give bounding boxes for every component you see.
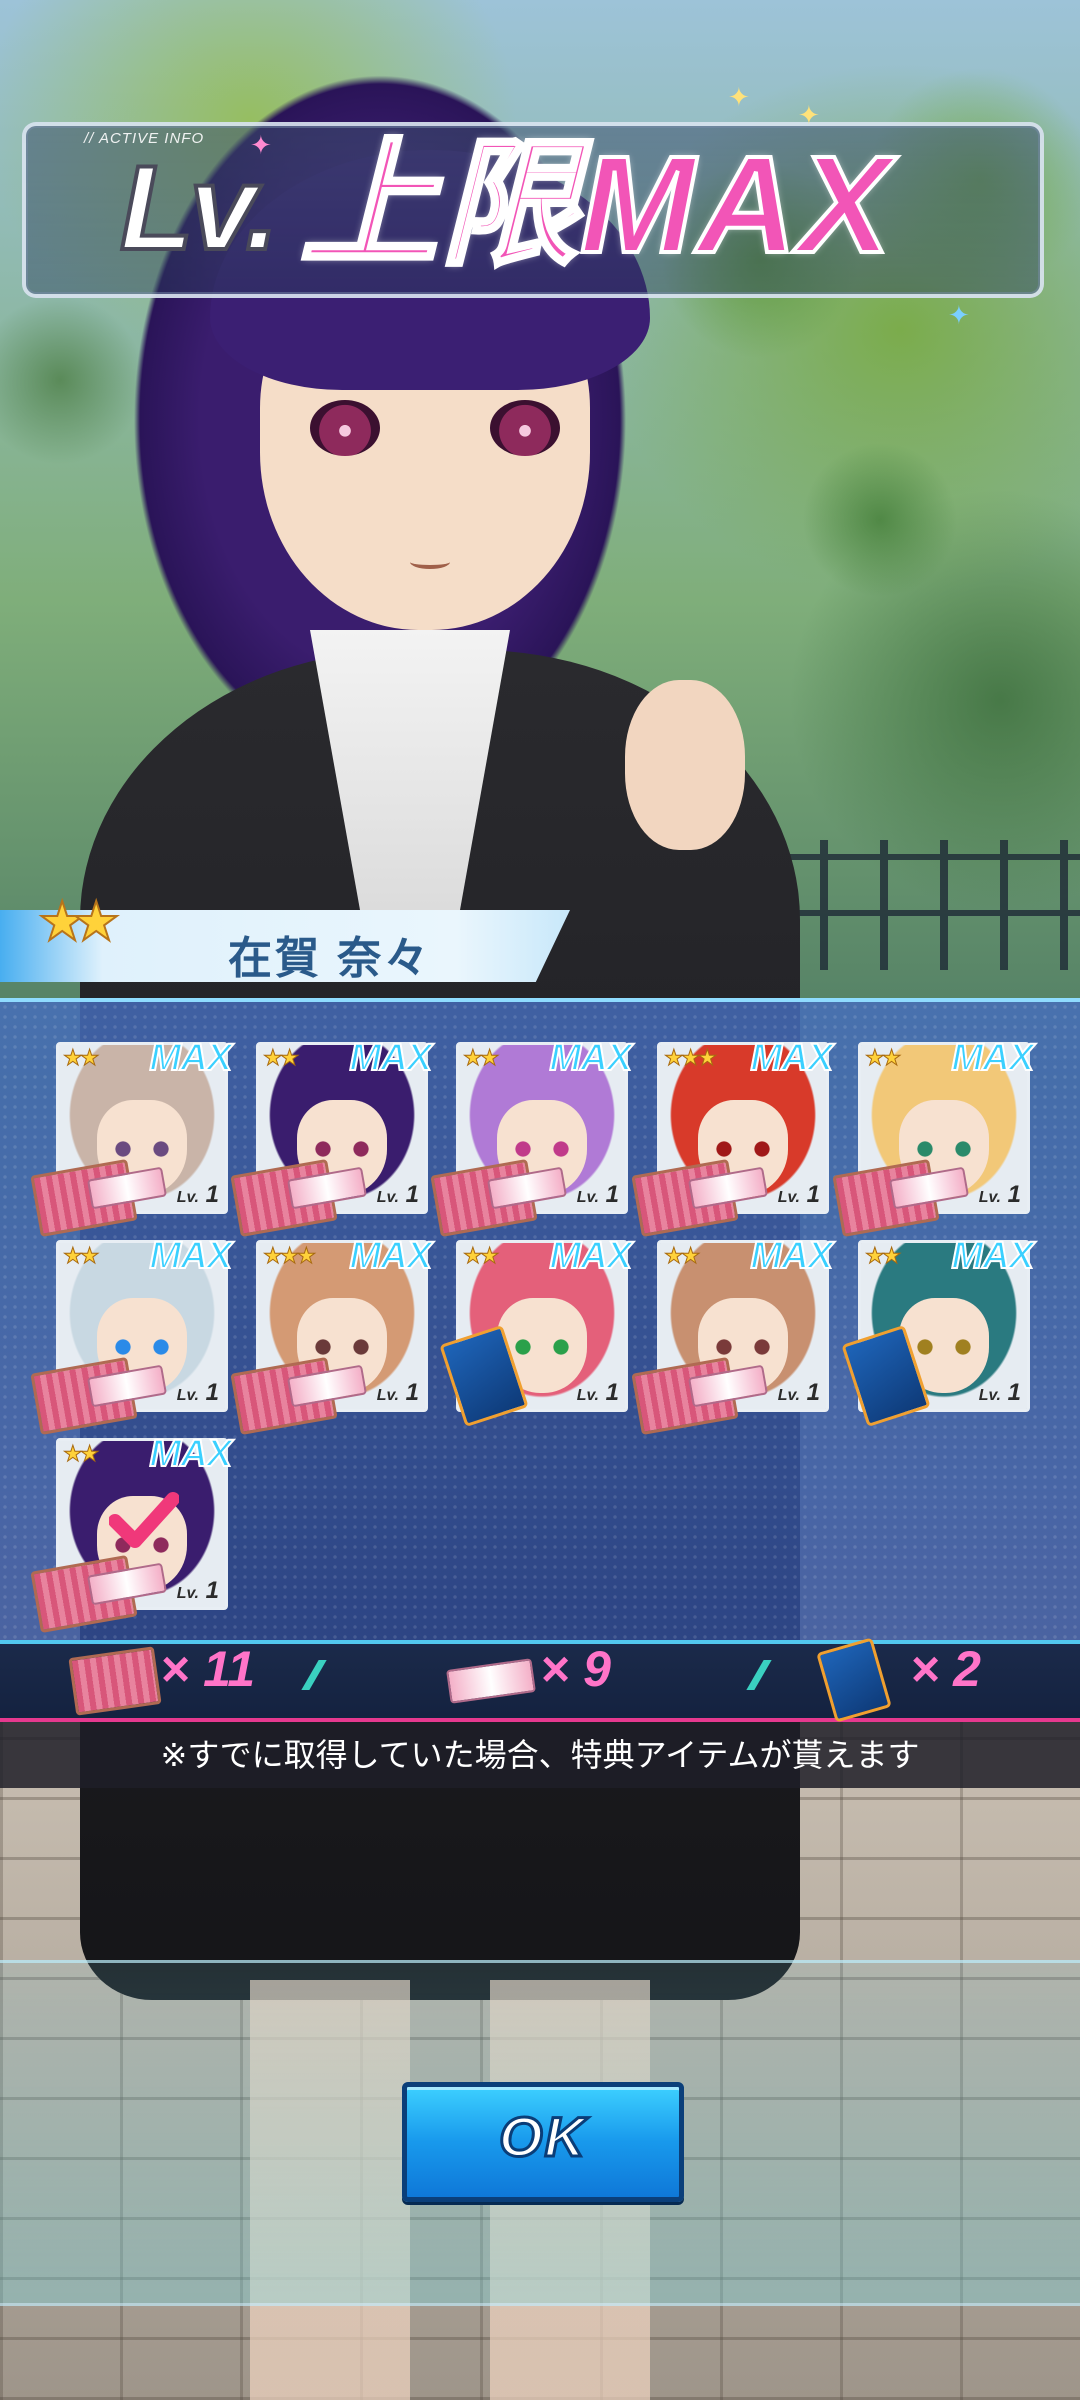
- card-level: Lv. 1: [777, 1379, 820, 1406]
- card-portrait-eyes: [511, 1338, 573, 1356]
- character-hand: [625, 680, 745, 850]
- card-portrait-eyes: [511, 1140, 573, 1158]
- card-portrait-eyes: [712, 1338, 774, 1356]
- card-max-badge: MAX: [349, 1234, 433, 1278]
- card-level: Lv. 1: [376, 1379, 419, 1406]
- ok-button[interactable]: OK: [402, 2082, 684, 2202]
- card-rarity-stars: ★★: [262, 1045, 300, 1071]
- reward-count-meat: × 11: [160, 1641, 255, 1697]
- card-portrait-eyes: [712, 1140, 774, 1158]
- card-level: Lv. 1: [978, 1181, 1021, 1208]
- card-level: Lv. 1: [176, 1181, 219, 1208]
- card-level: Lv. 1: [176, 1577, 219, 1604]
- card-rarity-stars: ★★: [62, 1045, 100, 1071]
- character-card[interactable]: ★★ MAX Lv. 1: [30, 1036, 233, 1238]
- sparkle-icon: ✦: [948, 300, 970, 330]
- character-card[interactable]: ★★ MAX Lv. 1: [841, 1234, 1035, 1428]
- card-max-badge: MAX: [951, 1036, 1035, 1080]
- card-portrait-eyes: [913, 1338, 975, 1356]
- character-card[interactable]: ★★ MAX Lv. 1: [430, 1036, 633, 1238]
- checkmark-icon: [109, 1492, 179, 1548]
- card-max-badge: MAX: [951, 1234, 1035, 1278]
- card-rarity-stars: ★★: [62, 1243, 100, 1269]
- character-card[interactable]: ★★★ MAX Lv. 1: [631, 1036, 834, 1238]
- card-rarity-stars: ★★: [62, 1441, 100, 1467]
- title-lv-text: Lv.: [118, 141, 281, 275]
- character-card[interactable]: ★★ MAX Lv. 1: [30, 1234, 233, 1436]
- meat-box-icon: [68, 1646, 162, 1716]
- sparkle-icon: ✦: [250, 130, 272, 160]
- card-level: Lv. 1: [576, 1181, 619, 1208]
- card-rarity-stars: ★★: [864, 1243, 902, 1269]
- card-portrait-eyes: [111, 1140, 173, 1158]
- character-left-eye: [310, 400, 380, 456]
- character-right-eye: [490, 400, 560, 456]
- reward-count-card: × 2: [910, 1641, 981, 1697]
- character-card[interactable]: ★★ MAX Lv. 1: [30, 1432, 233, 1634]
- card-max-badge: MAX: [149, 1432, 233, 1476]
- sparkle-icon: ✦: [728, 82, 750, 112]
- card-max-badge: MAX: [149, 1234, 233, 1278]
- card-rarity-stars: ★★: [663, 1243, 701, 1269]
- character-card[interactable]: ★★★ MAX Lv. 1: [230, 1234, 433, 1436]
- character-card[interactable]: ★★ MAX Lv. 1: [832, 1036, 1035, 1238]
- character-card[interactable]: ★★ MAX Lv. 1: [439, 1234, 633, 1428]
- card-level: Lv. 1: [978, 1379, 1021, 1406]
- card-portrait-eyes: [311, 1140, 373, 1158]
- card-rarity-stars: ★★: [462, 1045, 500, 1071]
- character-mouth: [410, 555, 450, 569]
- star-icon: ★: [71, 891, 121, 953]
- card-level: Lv. 1: [576, 1379, 619, 1406]
- card-max-badge: MAX: [750, 1234, 834, 1278]
- title-main-text: 上限MAX: [298, 128, 893, 282]
- character-card[interactable]: ★★ MAX Lv. 1: [631, 1234, 834, 1436]
- card-portrait-eyes: [311, 1338, 373, 1356]
- card-rarity-stars: ★★★: [262, 1243, 316, 1269]
- notice-text: ※すでに取得していた場合、特典アイテムが貰えます: [0, 1722, 1080, 1788]
- card-max-badge: MAX: [149, 1036, 233, 1080]
- card-rarity-stars: ★★: [462, 1243, 500, 1269]
- card-portrait-eyes: [111, 1338, 173, 1356]
- background-fence: [760, 840, 1080, 970]
- card-portrait-eyes: [913, 1140, 975, 1158]
- reward-count-ticket: × 9: [540, 1641, 611, 1697]
- card-level: Lv. 1: [376, 1181, 419, 1208]
- card-level: Lv. 1: [777, 1181, 820, 1208]
- card-max-badge: MAX: [549, 1036, 633, 1080]
- character-name: 在賀 奈々: [228, 934, 432, 983]
- card-max-badge: MAX: [349, 1036, 433, 1080]
- card-rarity-stars: ★★: [864, 1045, 902, 1071]
- sparkle-icon: ✦: [798, 100, 820, 130]
- card-max-badge: MAX: [750, 1036, 834, 1080]
- character-card[interactable]: ★★ MAX Lv. 1: [230, 1036, 433, 1238]
- card-max-badge: MAX: [549, 1234, 633, 1278]
- card-level: Lv. 1: [176, 1379, 219, 1406]
- card-rarity-stars: ★★★: [663, 1045, 717, 1071]
